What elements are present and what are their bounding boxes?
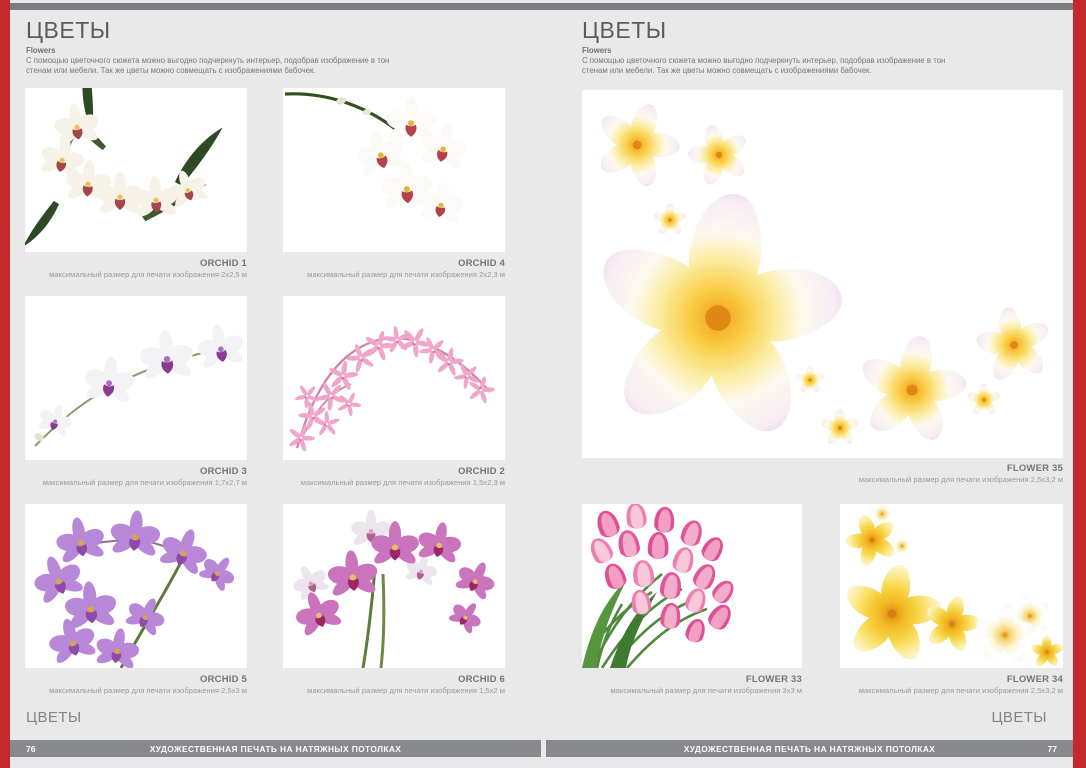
page-subtitle: Flowers bbox=[26, 46, 55, 55]
flower-35-photo bbox=[582, 90, 1063, 458]
page-subtitle: Flowers bbox=[582, 46, 611, 55]
flower-33-caption: FLOWER 33 максимальный размер для печати… bbox=[582, 674, 802, 695]
image-max-size: максимальный размер для печати изображен… bbox=[283, 686, 505, 695]
flower-34-photo bbox=[840, 504, 1063, 668]
image-name: ORCHID 2 bbox=[283, 466, 505, 477]
page-title: ЦВЕТЫ bbox=[26, 17, 111, 44]
orchid-1-photo bbox=[25, 88, 247, 252]
orchid-6-caption: ORCHID 6 максимальный размер для печати … bbox=[283, 674, 505, 695]
orchid-4-photo bbox=[283, 88, 505, 252]
flower-35-caption: FLOWER 35 максимальный размер для печати… bbox=[582, 463, 1063, 484]
footer-section-title: ЦВЕТЫ bbox=[991, 709, 1047, 726]
image-max-size: максимальный размер для печати изображен… bbox=[283, 478, 505, 487]
orchid-4-caption: ORCHID 4 максимальный размер для печати … bbox=[283, 258, 505, 279]
page-description: С помощью цветочного сюжета можно выгодн… bbox=[582, 56, 1052, 75]
image-name: ORCHID 5 bbox=[25, 674, 247, 685]
catalog-spread: { "colors": { "accent_red": "#c4272e", "… bbox=[0, 0, 1086, 768]
footer-bar-text: ХУДОЖЕСТВЕННАЯ ПЕЧАТЬ НА НАТЯЖНЫХ ПОТОЛК… bbox=[546, 744, 1073, 754]
footer-bar-text: ХУДОЖЕСТВЕННАЯ ПЕЧАТЬ НА НАТЯЖНЫХ ПОТОЛК… bbox=[10, 744, 541, 754]
orchid-2-photo bbox=[283, 296, 505, 460]
left-red-edge-bar bbox=[0, 0, 10, 768]
image-name: ORCHID 4 bbox=[283, 258, 505, 269]
orchid-1-caption: ORCHID 1 максимальный размер для печати … bbox=[25, 258, 247, 279]
flower-34-caption: FLOWER 34 максимальный размер для печати… bbox=[840, 674, 1063, 695]
page-number: 77 bbox=[1047, 744, 1057, 754]
right-red-edge-bar bbox=[1073, 0, 1086, 768]
page-description: С помощью цветочного сюжета можно выгодн… bbox=[26, 56, 506, 75]
orchid-3-caption: ORCHID 3 максимальный размер для печати … bbox=[25, 466, 247, 487]
image-name: FLOWER 35 bbox=[582, 463, 1063, 474]
left-footer-bar: 76 ХУДОЖЕСТВЕННАЯ ПЕЧАТЬ НА НАТЯЖНЫХ ПОТ… bbox=[10, 740, 541, 757]
orchid-5-photo bbox=[25, 504, 247, 668]
image-name: FLOWER 34 bbox=[840, 674, 1063, 685]
image-name: ORCHID 3 bbox=[25, 466, 247, 477]
image-max-size: максимальный размер для печати изображен… bbox=[840, 686, 1063, 695]
orchid-6-photo bbox=[283, 504, 505, 668]
description-line-1: С помощью цветочного сюжета можно выгодн… bbox=[26, 56, 506, 66]
image-max-size: максимальный размер для печати изображен… bbox=[25, 270, 247, 279]
description-line-1: С помощью цветочного сюжета можно выгодн… bbox=[582, 56, 1052, 66]
orchid-5-caption: ORCHID 5 максимальный размер для печати … bbox=[25, 674, 247, 695]
image-max-size: максимальный размер для печати изображен… bbox=[582, 686, 802, 695]
image-max-size: максимальный размер для печати изображен… bbox=[25, 478, 247, 487]
description-line-2: стенам или мебели. Так же цветы можно со… bbox=[582, 66, 1052, 76]
flower-33-photo bbox=[582, 504, 802, 668]
orchid-3-photo bbox=[25, 296, 247, 460]
image-name: ORCHID 6 bbox=[283, 674, 505, 685]
image-max-size: максимальный размер для печати изображен… bbox=[582, 475, 1063, 484]
orchid-2-caption: ORCHID 2 максимальный размер для печати … bbox=[283, 466, 505, 487]
image-max-size: максимальный размер для печати изображен… bbox=[25, 686, 247, 695]
image-name: ORCHID 1 bbox=[25, 258, 247, 269]
footer-section-title: ЦВЕТЫ bbox=[26, 709, 82, 726]
right-footer-bar: ХУДОЖЕСТВЕННАЯ ПЕЧАТЬ НА НАТЯЖНЫХ ПОТОЛК… bbox=[546, 740, 1073, 757]
description-line-2: стенам или мебели. Так же цветы можно со… bbox=[26, 66, 506, 76]
image-max-size: максимальный размер для печати изображен… bbox=[283, 270, 505, 279]
page-title: ЦВЕТЫ bbox=[582, 17, 667, 44]
image-name: FLOWER 33 bbox=[582, 674, 802, 685]
